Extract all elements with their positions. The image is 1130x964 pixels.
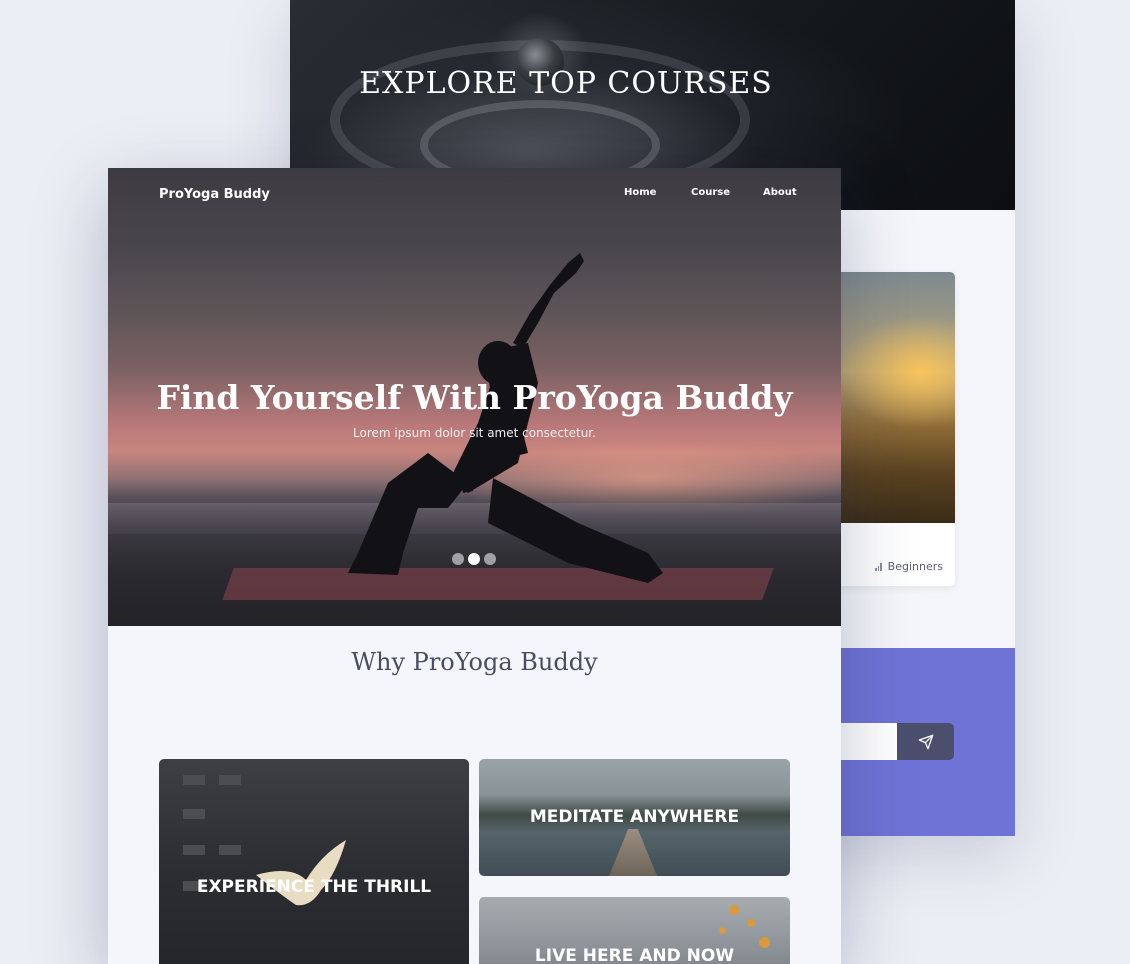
course-level: Beginners xyxy=(875,560,943,573)
feature-tile-thrill[interactable]: EXPERIENCE THE THRILL xyxy=(159,759,469,964)
building-window xyxy=(183,809,205,819)
nav-link-about[interactable]: About xyxy=(763,187,797,198)
dove-image xyxy=(256,840,346,906)
courses-hero-title: EXPLORE TOP COURSES xyxy=(359,66,773,101)
tile-title: MEDITATE ANYWHERE xyxy=(529,807,740,827)
carousel-dot[interactable] xyxy=(452,553,464,565)
building-window xyxy=(219,845,241,855)
building-window xyxy=(183,775,205,785)
building-window xyxy=(219,775,241,785)
carousel-dot[interactable] xyxy=(484,553,496,565)
carousel-dot-active[interactable] xyxy=(468,553,480,565)
newsletter-send-button[interactable] xyxy=(897,723,954,760)
why-section-title: Why ProYoga Buddy xyxy=(351,648,598,676)
brand-logo[interactable]: ProYoga Buddy xyxy=(159,187,270,202)
feature-tile-meditate[interactable]: MEDITATE ANYWHERE xyxy=(479,759,790,876)
signal-bars-icon xyxy=(875,562,882,571)
tile-title: EXPERIENCE THE THRILL xyxy=(196,877,432,897)
flower-image xyxy=(729,905,739,915)
paper-plane-icon xyxy=(918,734,933,749)
flower-image xyxy=(719,927,726,934)
building-window xyxy=(183,845,205,855)
yoga-pose-silhouette xyxy=(348,253,663,583)
hero-subtitle: Lorem ipsum dolor sit amet consectetur. xyxy=(353,426,596,440)
landing-page-mockup: ProYoga Buddy Home Course About Find You… xyxy=(108,168,841,964)
feature-tile-live[interactable]: LIVE HERE AND NOW xyxy=(479,897,790,964)
course-level-label: Beginners xyxy=(887,560,943,573)
nav-link-home[interactable]: Home xyxy=(624,187,656,198)
dock-image xyxy=(609,829,657,876)
hero-title: Find Yourself With ProYoga Buddy xyxy=(156,378,793,417)
tile-title: LIVE HERE AND NOW xyxy=(534,946,735,964)
carousel-indicators xyxy=(452,553,496,565)
hero-section: ProYoga Buddy Home Course About Find You… xyxy=(108,168,841,626)
nav-link-course[interactable]: Course xyxy=(691,187,730,198)
flower-image xyxy=(747,919,755,927)
